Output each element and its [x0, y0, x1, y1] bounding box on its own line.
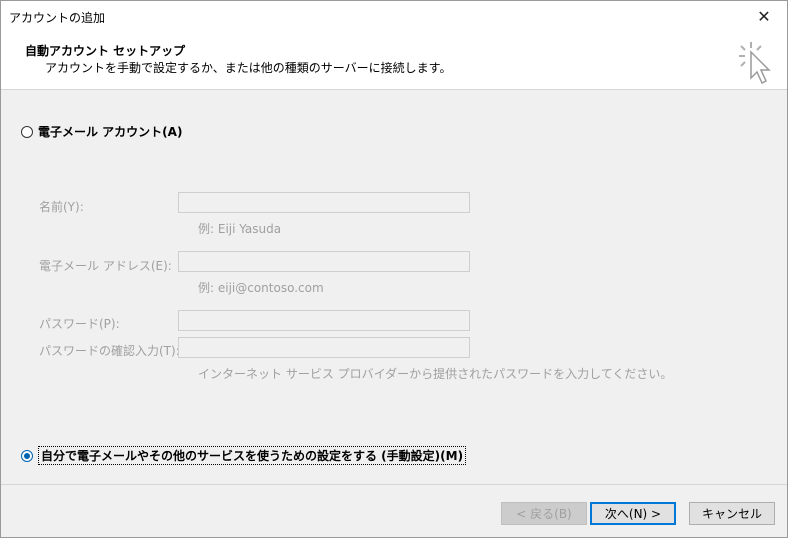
password-label: パスワード(P): [39, 317, 120, 331]
footer-divider [1, 484, 787, 485]
title-bar: アカウントの追加 ✕ [1, 1, 787, 32]
window-title: アカウントの追加 [9, 11, 106, 25]
email-account-radio[interactable]: 電子メール アカウント(A) [21, 123, 182, 140]
header-subtitle: アカウントを手動で設定するか、または他の種類のサーバーに接続します。 [45, 61, 452, 75]
header-panel: 自動アカウント セットアップ アカウントを手動で設定するか、または他の種類のサー… [1, 32, 787, 90]
manual-setup-label: 自分で電子メールやその他のサービスを使うための設定をする (手動設定)(M) [38, 446, 467, 465]
email-label: 電子メール アドレス(E): [39, 259, 172, 273]
password-hint: インターネット サービス プロバイダーから提供されたパスワードを入力してください… [198, 367, 673, 381]
next-button[interactable]: 次へ(N) > [590, 502, 676, 525]
cancel-button[interactable]: キャンセル [689, 502, 775, 525]
password-confirm-label: パスワードの確認入力(T): [39, 344, 180, 358]
name-hint: 例: Eiji Yasuda [198, 222, 282, 236]
password-confirm-input[interactable] [178, 337, 470, 358]
manual-setup-radio[interactable]: 自分で電子メールやその他のサービスを使うための設定をする (手動設定)(M) [21, 446, 467, 465]
email-account-radio-circle[interactable] [21, 125, 33, 138]
name-input[interactable] [178, 192, 470, 213]
email-hint: 例: eiji@contoso.com [198, 281, 324, 295]
name-label: 名前(Y): [39, 200, 84, 214]
email-account-label: 電子メール アカウント(A) [38, 125, 183, 139]
back-button[interactable]: < 戻る(B) [501, 502, 587, 525]
close-icon[interactable]: ✕ [741, 1, 787, 32]
password-input[interactable] [178, 310, 470, 331]
email-input[interactable] [178, 251, 470, 272]
manual-setup-radio-circle[interactable] [21, 449, 33, 462]
add-account-dialog: アカウントの追加 ✕ 自動アカウント セットアップ アカウントを手動で設定するか… [0, 0, 788, 538]
wizard-cursor-icon [739, 42, 771, 85]
header-title: 自動アカウント セットアップ [25, 44, 186, 58]
